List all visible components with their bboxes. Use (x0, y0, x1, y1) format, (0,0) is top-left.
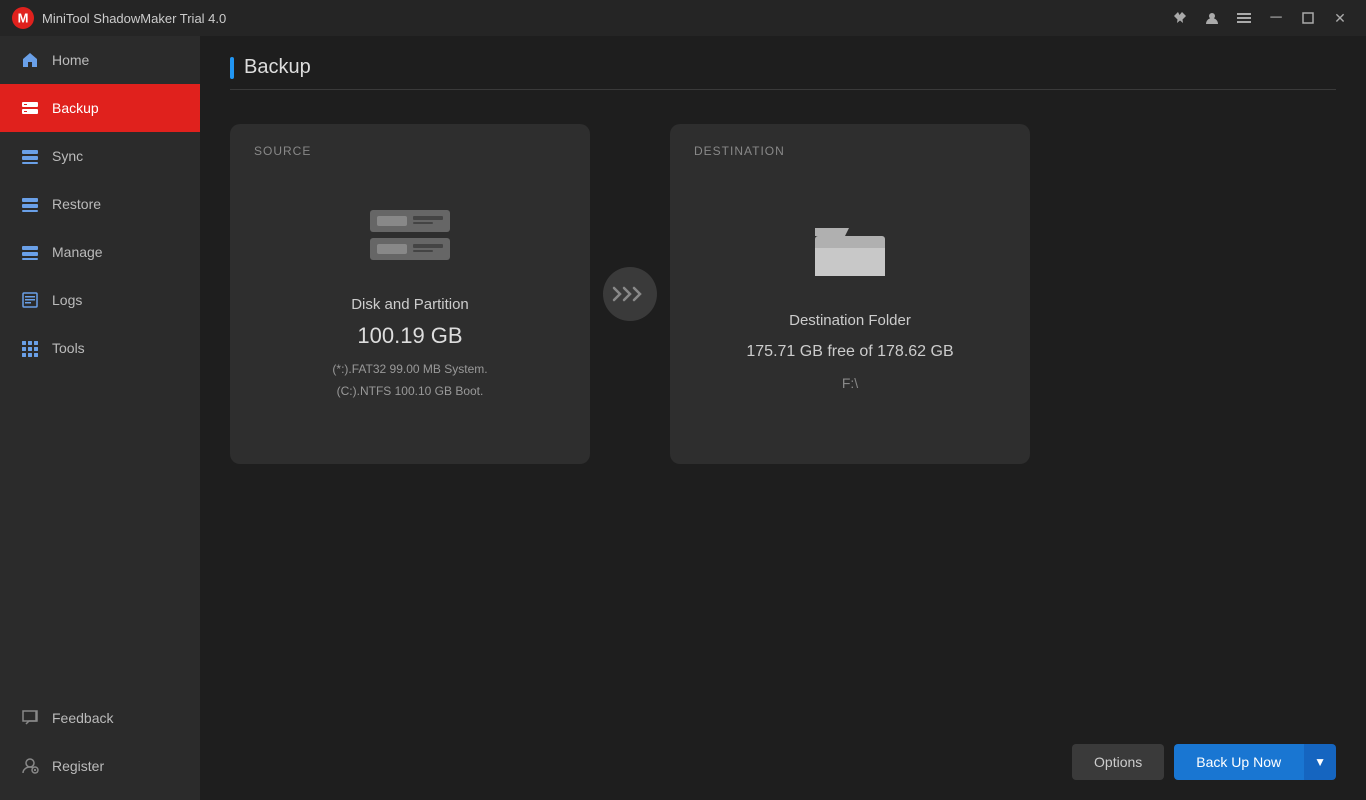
sidebar-item-backup[interactable]: Backup (0, 84, 200, 132)
sidebar-label-backup: Backup (52, 100, 99, 116)
menu-button[interactable] (1230, 4, 1258, 32)
sidebar-item-sync[interactable]: Sync (0, 132, 200, 180)
sidebar-item-home[interactable]: Home (0, 36, 200, 84)
app-title: MiniTool ShadowMaker Trial 4.0 (42, 11, 1166, 26)
maximize-button[interactable] (1294, 4, 1322, 32)
title-accent (230, 57, 234, 79)
sync-icon (20, 146, 40, 166)
sidebar-label-sync: Sync (52, 148, 83, 164)
source-section-label: SOURCE (254, 144, 311, 158)
source-card-wrapper: SOURCE (230, 124, 590, 464)
destination-free: 175.71 GB free of 178.62 GB (746, 343, 953, 361)
source-card[interactable]: Disk and Partition 100.19 GB (*:).FAT32 … (230, 124, 590, 464)
destination-card[interactable]: Destination Folder 175.71 GB free of 178… (670, 124, 1030, 464)
user-button[interactable] (1198, 4, 1226, 32)
sidebar-item-restore[interactable]: Restore (0, 180, 200, 228)
page-title-bar: Backup (230, 56, 1336, 90)
logs-icon (20, 290, 40, 310)
sidebar-label-register: Register (52, 758, 104, 774)
register-icon (20, 756, 40, 776)
content-area: Backup SOURCE (200, 36, 1366, 800)
sidebar-item-register[interactable]: Register (0, 742, 200, 790)
source-size: 100.19 GB (357, 323, 462, 349)
source-details: (*:).FAT32 99.00 MB System. (C:).NTFS 10… (332, 359, 487, 402)
feedback-icon (20, 708, 40, 728)
svg-text:M: M (18, 11, 29, 26)
titlebar: M MiniTool ShadowMaker Trial 4.0 ─ (0, 0, 1366, 36)
arrow-circle-icon (603, 267, 657, 321)
sidebar: Home Backup Sync (0, 36, 200, 800)
sidebar-label-feedback: Feedback (52, 710, 113, 726)
backup-cards-row: SOURCE (230, 124, 1336, 464)
options-button[interactable]: Options (1072, 744, 1164, 780)
sidebar-label-home: Home (52, 52, 89, 68)
home-icon (20, 50, 40, 70)
tools-icon (20, 338, 40, 358)
disk-icon (365, 206, 455, 268)
destination-section-label: DESTINATION (694, 144, 785, 158)
sidebar-label-logs: Logs (52, 292, 82, 308)
sidebar-item-tools[interactable]: Tools (0, 324, 200, 372)
sidebar-label-tools: Tools (52, 340, 85, 356)
sidebar-label-manage: Manage (52, 244, 103, 260)
source-card-inner: Disk and Partition 100.19 GB (*:).FAT32 … (250, 206, 570, 402)
bottom-actions: Options Back Up Now ▼ (1072, 744, 1336, 780)
backup-now-button[interactable]: Back Up Now (1174, 744, 1303, 780)
backup-icon (20, 98, 40, 118)
page-title: Backup (244, 56, 311, 79)
destination-drive: F:\ (842, 375, 858, 391)
folder-icon (811, 218, 889, 284)
manage-icon (20, 242, 40, 262)
sidebar-label-restore: Restore (52, 196, 101, 212)
sidebar-item-feedback[interactable]: Feedback (0, 694, 200, 742)
source-type: Disk and Partition (351, 296, 469, 313)
minimize-button[interactable]: ─ (1262, 4, 1290, 32)
close-button[interactable]: ✕ (1326, 4, 1354, 32)
dropdown-arrow-icon: ▼ (1314, 755, 1326, 769)
arrow-connector (590, 267, 670, 321)
sidebar-item-logs[interactable]: Logs (0, 276, 200, 324)
destination-card-inner: Destination Folder 175.71 GB free of 178… (690, 218, 1010, 391)
destination-type: Destination Folder (789, 312, 911, 329)
restore-icon (20, 194, 40, 214)
main-layout: Home Backup Sync (0, 36, 1366, 800)
sidebar-item-manage[interactable]: Manage (0, 228, 200, 276)
app-logo: M (12, 7, 34, 29)
destination-card-wrapper: DESTINATION (670, 124, 1030, 464)
backup-now-dropdown-button[interactable]: ▼ (1303, 744, 1336, 780)
pin-button[interactable] (1166, 4, 1194, 32)
backup-now-group: Back Up Now ▼ (1174, 744, 1336, 780)
